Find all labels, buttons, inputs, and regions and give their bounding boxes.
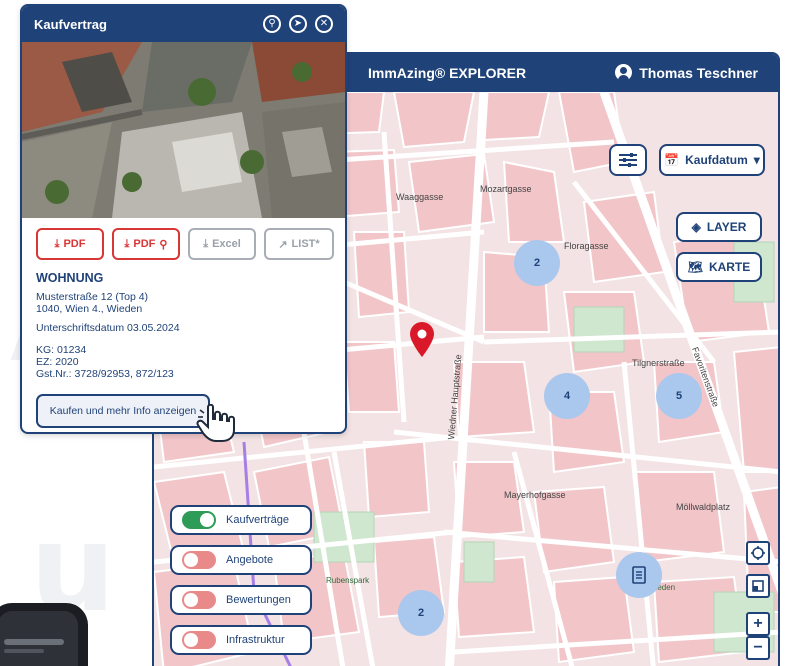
calendar-icon: 📅 [664, 153, 680, 167]
excel-label: Excel [212, 238, 241, 250]
street-label: Mayerhofgasse [504, 490, 566, 500]
property-card: Kaufvertrag ⚲ ➤ ✕ ⤓ PDF ⤓ PDF ⚲ ⤓ Excel … [20, 4, 347, 434]
filter-settings-button[interactable] [609, 144, 647, 176]
buy-more-info-button[interactable]: Kaufen und mehr Info anzeigen [36, 394, 210, 428]
toggle-switch[interactable] [182, 511, 216, 529]
map-cluster[interactable]: 5 [656, 373, 702, 419]
user-name: Thomas Teschner [639, 64, 758, 81]
locate-button[interactable] [746, 541, 770, 565]
card-header: Kaufvertrag ⚲ ➤ ✕ [22, 6, 345, 42]
property-type: WOHNUNG [36, 271, 104, 285]
street-label: Floragasse [564, 241, 609, 251]
signing-date: Unterschriftsdatum 03.05.2024 [36, 322, 180, 334]
close-icon[interactable]: ✕ [315, 15, 333, 33]
download-icon: ⤓ [124, 237, 130, 250]
map-type-button[interactable]: 🗺 KARTE [676, 252, 762, 282]
parcel-number: Gst.Nr.: 3728/92953, 872/123 [36, 368, 174, 380]
location-pin-icon[interactable] [409, 322, 435, 358]
filter-kaufvertraege[interactable]: Kaufverträge [170, 505, 312, 535]
toggle-switch[interactable] [182, 631, 216, 649]
fullscreen-button[interactable] [746, 574, 770, 598]
toggle-switch[interactable] [182, 551, 216, 569]
excel-download-button[interactable]: ⤓ Excel [188, 228, 256, 260]
card-title: Kaufvertrag [34, 17, 107, 32]
user-icon [615, 64, 633, 81]
crosshair-icon [751, 546, 765, 560]
location-pin-icon[interactable]: ⚲ [263, 15, 281, 33]
sliders-icon [619, 153, 637, 167]
filter-angebote[interactable]: Angebote [170, 545, 312, 575]
filter-label: Angebote [226, 554, 274, 566]
map-cluster[interactable]: 2 [514, 240, 560, 286]
address-line-1: Musterstraße 12 (Top 4) [36, 291, 149, 303]
pdf-search-button[interactable]: ⤓ PDF ⚲ [112, 228, 180, 260]
layer-button[interactable]: ◈ LAYER [676, 212, 762, 242]
chevron-down-icon: ▾ [753, 153, 760, 167]
filter-label: Kaufverträge [226, 514, 289, 526]
pdf-download-button[interactable]: ⤓ PDF [36, 228, 104, 260]
place-label: Rubenspark [326, 576, 370, 585]
ez-number: EZ: 2020 [36, 356, 79, 368]
street-label: Mozartgasse [480, 184, 532, 194]
zoom-out-button[interactable]: − [746, 636, 770, 660]
fullscreen-icon [752, 580, 764, 592]
address-line-2: 1040, Wien 4., Wieden [36, 303, 143, 315]
aerial-photo [22, 42, 345, 218]
street-label: Tilgnerstraße [632, 358, 685, 368]
sort-dropdown[interactable]: 📅 Kaufdatum ▾ [659, 144, 765, 176]
filter-label: Bewertungen [226, 594, 291, 606]
navigate-icon[interactable]: ➤ [289, 15, 307, 33]
filter-bewertungen[interactable]: Bewertungen [170, 585, 312, 615]
karte-label: KARTE [708, 260, 751, 274]
app-title: ImmAzing® EXPLORER [368, 65, 527, 81]
layers-icon: ◈ [691, 220, 701, 234]
layer-label: LAYER [706, 220, 747, 234]
list-export-button[interactable]: ↗ LIST* [264, 228, 334, 260]
download-icon: ⤓ [54, 237, 60, 250]
sort-label: Kaufdatum [685, 153, 748, 167]
hand-cursor-icon [196, 404, 235, 442]
toggle-switch[interactable] [182, 591, 216, 609]
map-cluster[interactable]: 2 [398, 590, 444, 636]
external-link-icon: ↗ [278, 238, 288, 251]
kg-number: KG: 01234 [36, 344, 87, 356]
map-icon: 🗺 [687, 260, 703, 274]
phone-device [0, 603, 88, 666]
filter-infrastruktur[interactable]: Infrastruktur [170, 625, 312, 655]
list-label: LIST* [291, 238, 320, 250]
street-label: Möllwaldplatz [676, 502, 731, 512]
user-menu[interactable]: Thomas Teschner [615, 64, 758, 81]
document-icon [632, 566, 646, 584]
screenshot-stage: { "explorer": { "title": "ImmAzing® EXPL… [0, 0, 785, 666]
filter-label: Infrastruktur [226, 634, 285, 646]
street-label: Waaggasse [396, 192, 444, 202]
document-cluster[interactable] [616, 552, 662, 598]
search-icon: ⚲ [159, 238, 168, 251]
zoom-in-button[interactable]: + [746, 612, 770, 636]
download-icon: ⤓ [203, 237, 209, 250]
pdf-label: PDF [63, 238, 86, 250]
map-cluster[interactable]: 4 [544, 373, 590, 419]
pdf-search-label: PDF [133, 238, 156, 250]
